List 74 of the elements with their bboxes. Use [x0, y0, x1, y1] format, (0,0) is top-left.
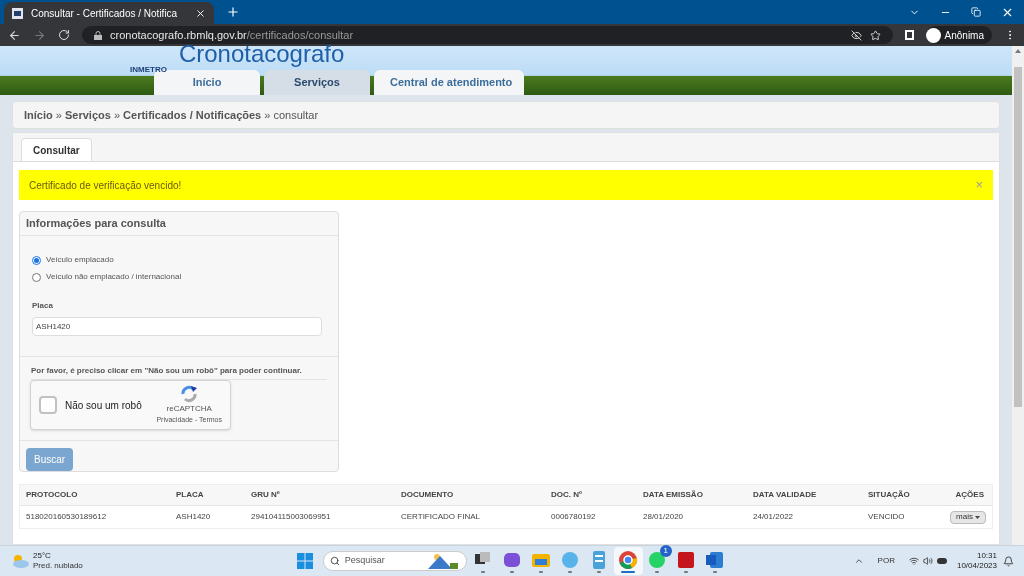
- clock-date[interactable]: 10/04/2023: [956, 561, 997, 571]
- column-header: DATA EMISSÃO: [642, 489, 704, 501]
- url-text: cronotacografo.rbmlq.gov.br/certificados/consultar: [110, 27, 354, 43]
- notification-bell-icon[interactable]: [1003, 555, 1014, 567]
- table-cell-text: 28/01/2020: [642, 511, 685, 523]
- browser-tab[interactable]: Consultar - Certificados / Notifica: [4, 2, 214, 24]
- column-header: DOCUMENTO: [400, 489, 455, 501]
- tray-chevron-icon[interactable]: [853, 556, 864, 566]
- notification-badge: 1: [659, 545, 672, 557]
- table-cell-text: ASH1420: [175, 511, 212, 523]
- column-header: DOC. Nº: [550, 489, 583, 501]
- content-tab[interactable]: Consultar: [21, 138, 92, 161]
- clock-time[interactable]: 10:31: [976, 551, 997, 561]
- profile-button[interactable]: Anônima: [925, 26, 992, 44]
- weather-temperature: 25°C: [33, 551, 52, 561]
- nav-tab[interactable]: Central de atendimento: [374, 70, 524, 95]
- column-header: PROTOCOLO: [25, 489, 79, 501]
- forward-icon[interactable]: [33, 28, 46, 42]
- weather-description: Pred. nublado: [33, 561, 83, 571]
- battery-icon[interactable]: [936, 558, 947, 564]
- volume-icon[interactable]: [922, 556, 933, 566]
- language-indicator[interactable]: POR: [877, 555, 895, 567]
- alert-text: Certificado de verificação vencido!: [29, 178, 183, 193]
- restore-icon[interactable]: [971, 7, 981, 17]
- reload-icon[interactable]: [58, 29, 70, 41]
- nav-tab[interactable]: Serviços: [264, 70, 370, 95]
- eye-slash-icon[interactable]: [850, 29, 862, 41]
- table-cell-text: CERTIFICADO FINAL: [400, 511, 481, 523]
- taskbar-app-button[interactable]: [613, 547, 643, 575]
- site-title: Cronotacografo: [178, 42, 345, 66]
- captcha-brand: reCAPTCHA: [166, 402, 212, 415]
- camping-tent-icon: [425, 553, 460, 569]
- address-bar[interactable]: cronotacografo.rbmlq.gov.br/certificados/consultar: [82, 26, 893, 44]
- table-cell-text: 0006780192: [550, 511, 597, 523]
- table-cell-text: 518020160530189612: [25, 511, 108, 523]
- wifi-icon[interactable]: [908, 556, 919, 566]
- captcha-checkbox[interactable]: [39, 396, 57, 414]
- star-icon[interactable]: [869, 29, 881, 41]
- scrollbar[interactable]: [1012, 46, 1024, 545]
- more-dropdown-button[interactable]: mais: [950, 510, 986, 524]
- radio-button[interactable]: [32, 255, 41, 265]
- column-header: PLACA: [175, 489, 205, 501]
- start-icon[interactable]: [296, 553, 313, 569]
- panel-title: Informações para consulta: [20, 212, 338, 236]
- scroll-up-arrow-icon[interactable]: [1015, 49, 1021, 53]
- search-placeholder: Pesquisar: [344, 554, 386, 568]
- column-header: GRU Nº: [250, 489, 281, 501]
- captcha-label: Não sou um robô: [65, 398, 143, 413]
- back-icon[interactable]: [8, 28, 21, 42]
- site-icon: [12, 7, 23, 19]
- radio-button[interactable]: [32, 272, 41, 282]
- taskbar-app-button[interactable]: 1: [642, 547, 672, 575]
- table-cell-text: 24/01/2022: [752, 511, 795, 523]
- field-label: Placa: [32, 300, 54, 312]
- column-header: SITUAÇÃO: [867, 489, 911, 501]
- radio-option[interactable]: Veículo não emplacado / internacional: [32, 271, 326, 283]
- tab-title: Consultar - Certificados / Notifica: [31, 6, 179, 21]
- column-header: DATA VALIDADE: [752, 489, 818, 501]
- chrome-icon: [617, 549, 640, 571]
- taskbar-search-field[interactable]: Pesquisar: [322, 551, 467, 571]
- recaptcha-logo-icon: [179, 384, 200, 403]
- close-icon[interactable]: [195, 7, 206, 19]
- table-cell-text: VENCIDO: [867, 511, 906, 523]
- breadcrumb: Início » Serviços » Certificados / Notificações » consultar: [12, 101, 1000, 129]
- plate-input-field[interactable]: ASH1420: [32, 317, 322, 336]
- table-cell-text: 294104115003069951: [250, 511, 332, 523]
- lock-icon: [94, 30, 102, 40]
- radio-option[interactable]: Veículo emplacado: [32, 254, 326, 266]
- search-icon: [329, 556, 340, 566]
- caret-icon: [975, 515, 980, 519]
- new-tab-icon[interactable]: [226, 5, 240, 19]
- column-header: AÇÕES: [954, 489, 985, 501]
- weather-cloud-icon: [10, 553, 30, 569]
- side-panel-icon[interactable]: [904, 30, 914, 40]
